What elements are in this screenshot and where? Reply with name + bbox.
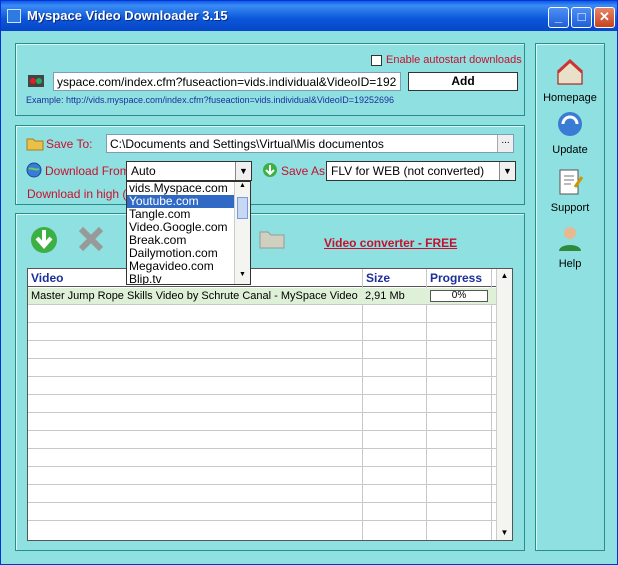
support-label: Support bbox=[550, 202, 590, 214]
scroll-down-icon[interactable]: ▼ bbox=[235, 271, 250, 284]
help-button[interactable]: Help bbox=[537, 223, 603, 270]
app-icon bbox=[7, 9, 21, 23]
update-label: Update bbox=[552, 144, 588, 156]
dropdown-scrollbar[interactable]: ▲ ▼ bbox=[234, 182, 250, 284]
column-video[interactable]: Video bbox=[31, 271, 63, 285]
row-size: 2,91 Mb bbox=[365, 290, 405, 302]
chevron-down-icon[interactable]: ▼ bbox=[235, 162, 251, 180]
url-example: Example: http://vids.myspace.com/index.c… bbox=[26, 95, 395, 105]
save-to-label: Save To: bbox=[46, 137, 93, 151]
url-input[interactable] bbox=[53, 72, 401, 91]
download-from-label: Download From: bbox=[45, 164, 134, 178]
globe-icon bbox=[26, 162, 42, 178]
minimize-button[interactable]: _ bbox=[548, 7, 569, 28]
open-folder-icon[interactable] bbox=[258, 226, 286, 250]
help-person-icon bbox=[559, 227, 581, 251]
homepage-label: Homepage bbox=[543, 92, 597, 104]
dropdown-option[interactable]: Blip.tv bbox=[127, 273, 250, 285]
download-from-select[interactable]: Auto ▼ bbox=[126, 161, 252, 181]
maximize-button[interactable]: □ bbox=[571, 7, 592, 28]
downloads-table: Video Size Progress Master Jump Rope Ski… bbox=[27, 268, 513, 541]
table-header: Video Size Progress bbox=[28, 269, 498, 287]
save-as-label: Save As: bbox=[281, 164, 329, 178]
autostart-checkbox[interactable] bbox=[371, 55, 382, 66]
table-row[interactable]: Master Jump Rope Skills Video by Schrute… bbox=[28, 288, 498, 305]
folder-icon bbox=[26, 138, 44, 151]
window-title: Myspace Video Downloader 3.15 bbox=[27, 8, 228, 23]
settings-panel: Save To: ... Download From: Auto ▼ Save … bbox=[15, 125, 525, 205]
chevron-down-icon[interactable]: ▼ bbox=[499, 162, 515, 180]
globe-update-icon bbox=[558, 112, 582, 136]
download-high-label: Download in high ( bbox=[27, 187, 127, 201]
homepage-button[interactable]: Homepage bbox=[537, 57, 603, 104]
save-to-input[interactable] bbox=[106, 134, 514, 153]
column-size[interactable]: Size bbox=[366, 271, 390, 285]
video-converter-link[interactable]: Video converter - FREE bbox=[324, 236, 457, 250]
title-bar[interactable]: Myspace Video Downloader 3.15 _ □ ✕ bbox=[1, 1, 617, 31]
row-video: Master Jump Rope Skills Video by Schrute… bbox=[31, 290, 358, 302]
close-button[interactable]: ✕ bbox=[594, 7, 615, 28]
support-button[interactable]: Support bbox=[537, 167, 603, 214]
support-document-icon bbox=[559, 169, 584, 195]
save-arrow-icon bbox=[263, 163, 277, 177]
scroll-thumb[interactable] bbox=[237, 197, 248, 219]
column-progress[interactable]: Progress bbox=[430, 271, 482, 285]
app-window: Myspace Video Downloader 3.15 _ □ ✕ Enab… bbox=[0, 0, 618, 565]
browse-button[interactable]: ... bbox=[497, 135, 513, 152]
download-from-value: Auto bbox=[131, 164, 156, 178]
save-as-select[interactable]: FLV for WEB (not converted) ▼ bbox=[326, 161, 516, 181]
film-icon bbox=[28, 75, 44, 87]
scroll-down-icon[interactable]: ▼ bbox=[497, 526, 512, 540]
start-download-icon[interactable] bbox=[28, 224, 60, 256]
update-button[interactable]: Update bbox=[537, 109, 603, 156]
delete-icon[interactable] bbox=[76, 224, 106, 254]
home-icon bbox=[556, 58, 584, 85]
scroll-up-icon[interactable]: ▲ bbox=[235, 182, 250, 195]
row-progress: 0% bbox=[430, 290, 488, 302]
help-label: Help bbox=[558, 258, 582, 270]
save-as-value: FLV for WEB (not converted) bbox=[331, 164, 485, 178]
url-panel: Enable autostart downloads Add Example: … bbox=[15, 43, 525, 116]
download-from-dropdown[interactable]: vids.Myspace.com Youtube.com Tangle.com Vid… bbox=[126, 181, 251, 285]
table-scrollbar[interactable]: ▲ ▼ bbox=[496, 269, 512, 540]
add-button[interactable]: Add bbox=[408, 72, 518, 91]
autostart-label: Enable autostart downloads bbox=[386, 54, 522, 66]
scroll-up-icon[interactable]: ▲ bbox=[497, 269, 512, 283]
